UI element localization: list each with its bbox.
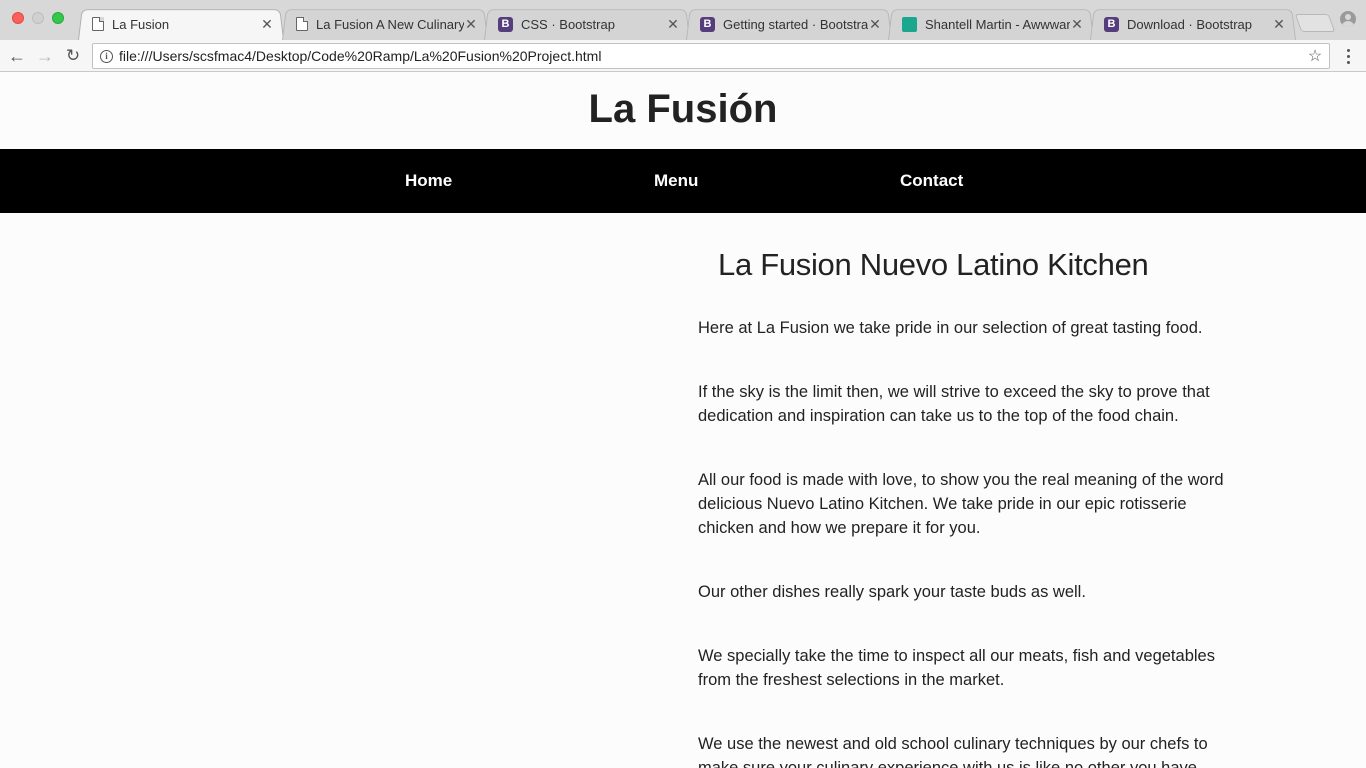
page-icon <box>296 17 308 31</box>
forward-arrow-icon[interactable]: → <box>34 45 56 67</box>
nav-link-menu[interactable]: Menu <box>654 171 698 191</box>
tab-title: Getting started · Bootstrap <box>723 16 868 32</box>
tab-title: La Fusion A New Culinary <box>316 16 464 32</box>
close-icon[interactable]: ✕ <box>1070 16 1084 33</box>
paragraph: We use the newest and old school culinar… <box>698 735 1208 768</box>
about-section: La Fusion Nuevo Latino Kitchen Here at L… <box>698 247 1243 768</box>
browser-tab-la-fusion-culinary[interactable]: La Fusion A New Culinary ✕ <box>282 8 488 41</box>
page-icon <box>92 17 104 31</box>
close-icon[interactable]: ✕ <box>666 16 680 33</box>
browser-tab-shantell-martin[interactable]: Shantell Martin - Awwwards ✕ <box>888 8 1094 41</box>
close-icon[interactable]: ✕ <box>868 16 882 33</box>
browser-toolbar: ← → ↻ i file:///Users/scsfmac4/Desktop/C… <box>0 40 1366 72</box>
bootstrap-icon: B <box>700 16 715 32</box>
new-tab-button[interactable] <box>1294 14 1336 32</box>
url-text[interactable]: file:///Users/scsfmac4/Desktop/Code%20Ra… <box>119 48 1304 64</box>
paragraph: Our other dishes really spark your taste… <box>698 583 1086 601</box>
info-icon[interactable]: i <box>100 49 113 63</box>
bootstrap-icon: B <box>498 16 513 32</box>
site-title: La Fusión <box>588 87 778 131</box>
menu-dot <box>1346 54 1350 58</box>
paragraph: Here at La Fusion we take pride in our s… <box>698 319 1203 337</box>
tab-title: CSS · Bootstrap <box>521 16 615 32</box>
web-page: La Fusión Home Menu Contact La Fusion Nu… <box>0 73 1366 768</box>
main-navigation: Home Menu Contact <box>0 149 1366 213</box>
tab-title: Shantell Martin - Awwwards <box>925 16 1070 32</box>
maximize-window-button[interactable] <box>52 12 64 24</box>
paragraph: We specially take the time to inspect al… <box>698 647 1215 689</box>
menu-dot <box>1346 60 1350 64</box>
close-icon[interactable]: ✕ <box>464 16 478 33</box>
browser-tab-download-bootstrap[interactable]: B Download · Bootstrap ✕ <box>1090 8 1296 41</box>
menu-dot <box>1346 48 1350 52</box>
more-menu-icon[interactable] <box>1340 46 1356 66</box>
profile-icon[interactable] <box>1340 11 1356 27</box>
browser-tab-css-bootstrap[interactable]: B CSS · Bootstrap ✕ <box>484 8 690 41</box>
browser-tab-strip: La Fusion ✕ La Fusion A New Culinary ✕ B… <box>0 0 1366 41</box>
minimize-window-button[interactable] <box>32 12 44 24</box>
browser-tab-getting-started[interactable]: B Getting started · Bootstrap ✕ <box>686 8 892 41</box>
bootstrap-icon: B <box>1104 16 1119 32</box>
awwwards-icon <box>902 16 917 32</box>
browser-tab-la-fusion[interactable]: La Fusion ✕ <box>78 8 284 41</box>
back-arrow-icon[interactable]: ← <box>6 45 28 67</box>
address-bar[interactable]: i file:///Users/scsfmac4/Desktop/Code%20… <box>92 43 1330 69</box>
reload-icon[interactable]: ↻ <box>62 45 84 67</box>
nav-link-home[interactable]: Home <box>405 171 452 191</box>
section-heading: La Fusion Nuevo Latino Kitchen <box>718 247 1149 282</box>
close-icon[interactable]: ✕ <box>1272 16 1286 33</box>
paragraph: If the sky is the limit then, we will st… <box>698 383 1210 425</box>
bookmark-star-icon[interactable]: ☆ <box>1304 46 1326 66</box>
tab-title: Download · Bootstrap <box>1127 16 1253 32</box>
close-window-button[interactable] <box>12 12 24 24</box>
tab-title: La Fusion <box>112 16 170 32</box>
close-icon[interactable]: ✕ <box>260 16 274 33</box>
nav-link-contact[interactable]: Contact <box>900 171 963 191</box>
paragraph: All our food is made with love, to show … <box>698 471 1224 537</box>
